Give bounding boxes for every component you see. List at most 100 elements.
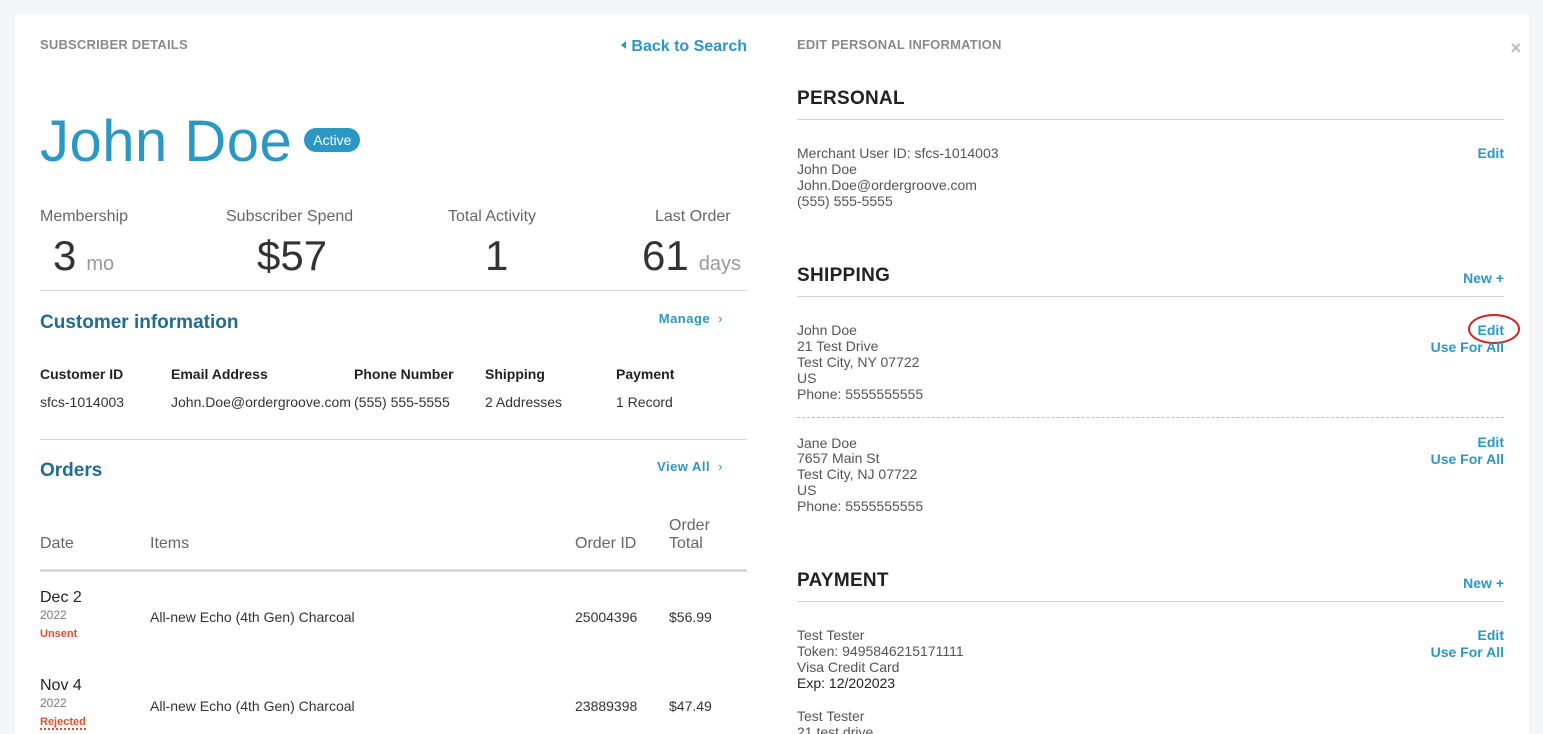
personal-merchant-id: Merchant User ID: sfcs-1014003 — [797, 145, 999, 161]
divider — [797, 601, 1504, 602]
shipping-header: Shipping — [485, 366, 545, 382]
main-panel: SUBSCRIBER DETAILS Back to Search John D… — [15, 14, 1529, 734]
payment-expiry: Exp: 12/202023 — [797, 675, 896, 691]
address-line: 21 Test Drive — [797, 338, 879, 354]
divider — [40, 439, 747, 440]
payment-new-button[interactable]: New + — [1463, 575, 1504, 591]
order-id: 23889398 — [575, 698, 638, 714]
payment-line: Test Tester — [797, 708, 865, 724]
customer-id-header: Customer ID — [40, 366, 124, 382]
customer-information-title: Customer information — [40, 312, 239, 333]
chevron-left-icon — [621, 41, 627, 49]
order-status: Rejected — [40, 716, 86, 730]
order-item: All-new Echo (4th Gen) Charcoal — [150, 698, 355, 714]
payment-line: Token: 9495846215171111 — [797, 643, 964, 659]
stat-label: Total Activity — [448, 208, 537, 225]
stat-label: Membership — [40, 208, 129, 225]
stat-value-group: 3 mo — [53, 232, 114, 280]
chevron-right-icon: › — [718, 459, 723, 474]
order-year: 2022 — [40, 696, 67, 710]
order-total: $56.99 — [669, 609, 712, 625]
payment-edit-button[interactable]: Edit — [1478, 627, 1504, 643]
stat-value-group: 61 days — [642, 232, 741, 280]
payment-use-for-all-button[interactable]: Use For All — [1431, 644, 1504, 660]
shipping-edit-button[interactable]: Edit — [1478, 434, 1504, 450]
shipping-use-for-all-button[interactable]: Use For All — [1431, 339, 1504, 355]
edit-personal-caption: EDIT PERSONAL INFORMATION — [797, 37, 1002, 52]
personal-title: PERSONAL — [797, 88, 905, 109]
address-line: US — [797, 482, 817, 498]
subscriber-name-row: John Doe Active — [40, 109, 361, 174]
address-line: Test City, NY 07722 — [797, 354, 920, 370]
orders-items-header: Items — [150, 535, 190, 552]
address-line: John Doe — [797, 322, 857, 338]
customer-id-value: sfcs-1014003 — [40, 394, 125, 410]
address-line: 7657 Main St — [797, 450, 880, 466]
payment-header: Payment — [616, 366, 675, 382]
manage-label: Manage — [658, 311, 711, 326]
stat-value: $57 — [257, 232, 328, 279]
status-badge: Active — [304, 128, 361, 152]
payment-line: Visa Credit Card — [797, 659, 900, 675]
manage-link[interactable]: Manage › — [659, 311, 723, 326]
address-line: Phone: 5555555555 — [797, 386, 924, 402]
shipping-new-button[interactable]: New + — [1463, 270, 1504, 286]
stat-label: Last Order — [655, 208, 731, 225]
payment-line: 21 test drive — [797, 724, 874, 734]
phone-value: (555) 555-5555 — [354, 394, 450, 410]
orders-title: Orders — [40, 460, 103, 481]
dashed-divider — [797, 417, 1504, 418]
divider — [797, 119, 1504, 120]
payment-line: Test Tester — [797, 627, 865, 643]
stat-value: 61 — [642, 232, 689, 279]
stat-unit: mo — [86, 253, 115, 275]
personal-email: John.Doe@ordergroove.com — [797, 177, 977, 193]
orders-header-rule — [40, 569, 747, 572]
back-to-search-label: Back to Search — [631, 38, 747, 55]
address-line: Jane Doe — [797, 435, 857, 451]
view-all-orders-link[interactable]: View All › — [657, 459, 723, 474]
address-line: Test City, NJ 07722 — [797, 466, 918, 482]
address-line: US — [797, 370, 817, 386]
order-year: 2022 — [40, 608, 67, 622]
personal-phone: (555) 555-5555 — [797, 193, 893, 209]
email-header: Email Address — [171, 366, 268, 382]
orders-total-header-line2: Total — [669, 535, 703, 552]
chevron-right-icon: › — [718, 311, 723, 326]
stat-value: 3 — [53, 232, 77, 279]
divider — [40, 290, 747, 291]
orders-total-header-line1: Order — [669, 517, 710, 534]
stat-subscriber-spend: Subscriber Spend $57 — [226, 208, 354, 279]
stat-value: 1 — [485, 232, 509, 279]
orders-date-header: Date — [40, 535, 74, 552]
stat-unit: days — [698, 253, 741, 275]
back-to-search-link[interactable]: Back to Search — [621, 38, 747, 56]
shipping-title: SHIPPING — [797, 265, 891, 286]
stat-membership: Membership 3 mo — [40, 208, 129, 279]
subscriber-stats: Membership 3 mo Subscriber Spend $57 Tota… — [40, 208, 747, 290]
personal-name: John Doe — [797, 161, 857, 177]
stat-label: Subscriber Spend — [226, 208, 354, 225]
order-date: Dec 2 — [40, 589, 82, 606]
divider — [797, 296, 1504, 297]
order-status: Unsent — [40, 628, 78, 640]
payment-value: 1 Record — [616, 394, 673, 410]
payment-title: PAYMENT — [797, 570, 889, 591]
phone-header: Phone Number — [354, 366, 454, 382]
address-line: Phone: 5555555555 — [797, 498, 924, 514]
order-date: Nov 4 — [40, 677, 82, 694]
shipping-use-for-all-button[interactable]: Use For All — [1431, 451, 1504, 467]
email-value: John.Doe@ordergroove.com — [171, 394, 351, 410]
orders-id-header: Order ID — [575, 535, 637, 552]
shipping-value: 2 Addresses — [485, 394, 563, 410]
subscriber-details-caption: SUBSCRIBER DETAILS — [40, 37, 188, 52]
order-item: All-new Echo (4th Gen) Charcoal — [150, 609, 355, 625]
stat-total-activity: Total Activity 1 — [448, 208, 537, 279]
order-id: 25004396 — [575, 609, 638, 625]
order-total: $47.49 — [669, 698, 712, 714]
view-all-label: View All — [657, 459, 711, 474]
close-icon[interactable]: × — [1510, 38, 1521, 59]
subscriber-name: John Doe — [40, 109, 293, 174]
stat-last-order: Last Order 61 days — [642, 208, 741, 279]
personal-edit-button[interactable]: Edit — [1478, 145, 1504, 161]
